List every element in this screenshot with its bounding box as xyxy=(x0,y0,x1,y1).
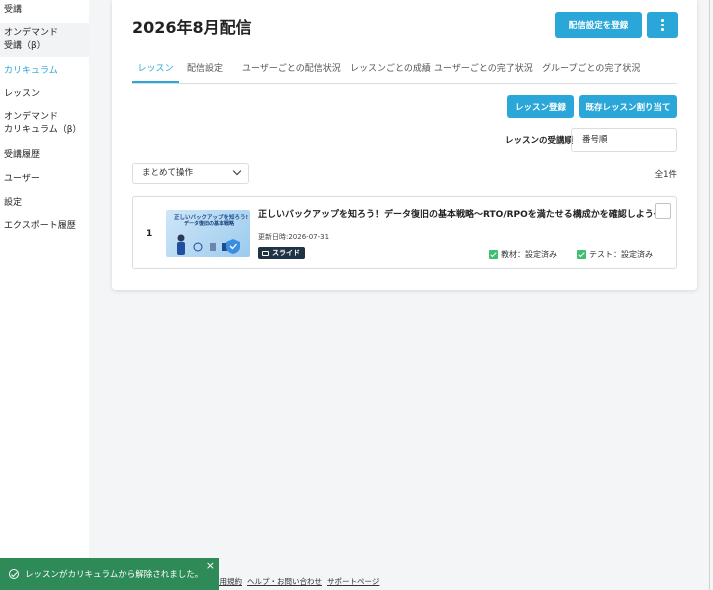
slide-badge-label: スライド xyxy=(272,249,300,257)
lesson-title[interactable]: 正しいバックアップを知ろう！データ復旧の基本戦略～RTO/RPOを満たせる構成か… xyxy=(258,207,663,220)
tab-lesson-scores[interactable]: レッスンごとの成績 xyxy=(350,58,431,83)
window-edge xyxy=(709,0,710,590)
page-title: 2026年8月配信 xyxy=(132,18,252,37)
sidebar-item-users[interactable]: ユーザー xyxy=(0,173,89,186)
lesson-order-label: レッスンの受講順 xyxy=(505,136,574,146)
sidebar-item-export-history[interactable]: エクスポート履歴 xyxy=(0,220,89,233)
help-link[interactable]: ヘルプ・お問い合わせ xyxy=(247,576,322,587)
material-status: 教材：設定済み xyxy=(489,249,557,260)
bulk-action-label: まとめて操作 xyxy=(142,168,194,178)
sidebar-item-ondemand-attend[interactable]: オンデマンド 受講（β） xyxy=(0,23,89,57)
footer-links: 利用規約 ヘルプ・お問い合わせ サポートページ xyxy=(212,576,379,587)
support-link[interactable]: サポートページ xyxy=(327,576,379,587)
result-count: 全1件 xyxy=(654,170,677,180)
curriculum-card: 2026年8月配信 配信設定を登録 レッスン 配信設定 ユーザーごとの配信状況 … xyxy=(112,0,697,290)
tab-lesson[interactable]: レッスン xyxy=(132,58,179,83)
toast-message: レッスンがカリキュラムから解除されました。 xyxy=(25,570,204,580)
close-icon[interactable]: × xyxy=(206,559,215,572)
check-icon xyxy=(489,250,498,259)
monitor-icon xyxy=(262,250,269,256)
thumbnail-illustration xyxy=(177,234,240,255)
lesson-select-checkbox[interactable] xyxy=(655,203,671,219)
more-options-button[interactable] xyxy=(647,12,678,38)
tab-delivery-settings[interactable]: 配信設定 xyxy=(187,58,223,83)
test-status-label: テスト：設定済み xyxy=(589,250,653,259)
success-toast: レッスンがカリキュラムから解除されました。 × xyxy=(0,558,219,590)
sidebar-item-attend[interactable]: 受講 xyxy=(0,4,89,17)
chevron-down-icon xyxy=(232,166,242,176)
register-delivery-button[interactable]: 配信設定を登録 xyxy=(555,12,642,38)
tab-group-completion[interactable]: グループごとの完了状況 xyxy=(542,58,640,83)
lesson-updated-date: 更新日時:2026-07-31 xyxy=(258,233,330,241)
register-lesson-button[interactable]: レッスン登録 xyxy=(507,95,574,118)
lesson-number: 1 xyxy=(146,229,153,239)
assign-existing-lesson-button[interactable]: 既存レッスン割り当て xyxy=(579,95,677,118)
slide-badge: スライド xyxy=(258,247,305,259)
material-status-label: 教材：設定済み xyxy=(501,250,557,259)
test-status: テスト：設定済み xyxy=(577,249,653,260)
lesson-thumbnail[interactable]: 正しいバックアップを知ろう! データ復旧の基本戦略 xyxy=(166,210,250,257)
check-circle-icon xyxy=(9,569,19,579)
bulk-action-select[interactable]: まとめて操作 xyxy=(132,163,249,184)
vertical-dots-icon xyxy=(661,19,664,31)
tab-user-completion[interactable]: ユーザーごとの完了状況 xyxy=(434,58,533,83)
sidebar-item-history[interactable]: 受講履歴 xyxy=(0,149,89,162)
tab-user-delivery[interactable]: ユーザーごとの配信状況 xyxy=(242,58,341,83)
sidebar-item-lesson[interactable]: レッスン xyxy=(0,88,89,101)
tab-bar: レッスン 配信設定 ユーザーごとの配信状況 レッスンごとの成績 ユーザーごとの完… xyxy=(132,58,677,84)
check-icon xyxy=(577,250,586,259)
sidebar-item-settings[interactable]: 設定 xyxy=(0,197,89,210)
sidebar: 受講 オンデマンド 受講（β） カリキュラム レッスン オンデマンド カリキュラ… xyxy=(0,0,89,590)
lesson-order-select[interactable]: 番号順 xyxy=(571,128,677,152)
sidebar-item-curriculum[interactable]: カリキュラム xyxy=(0,65,89,78)
sidebar-item-ondemand-curriculum[interactable]: オンデマンド カリキュラム（β） xyxy=(0,111,89,137)
lesson-row[interactable]: 1 正しいバックアップを知ろう! データ復旧の基本戦略 正しいバックアップを知ろ… xyxy=(132,196,677,269)
